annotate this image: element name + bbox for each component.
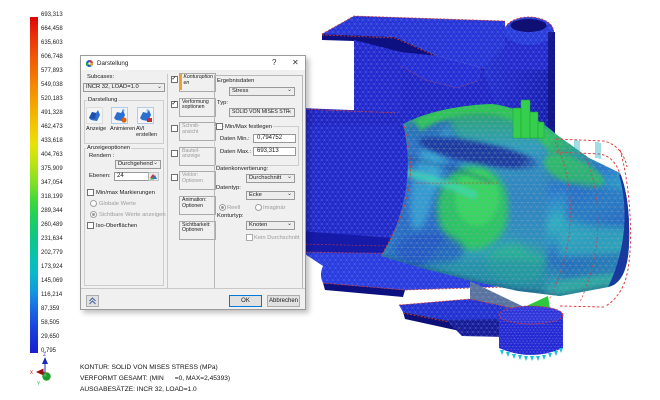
svg-text:z: z: [43, 352, 46, 358]
svg-text:Y: Y: [37, 381, 41, 387]
svg-text:❄: ❄: [121, 108, 125, 113]
svg-text:x: x: [30, 370, 33, 376]
svg-text:❄: ❄: [146, 108, 149, 113]
